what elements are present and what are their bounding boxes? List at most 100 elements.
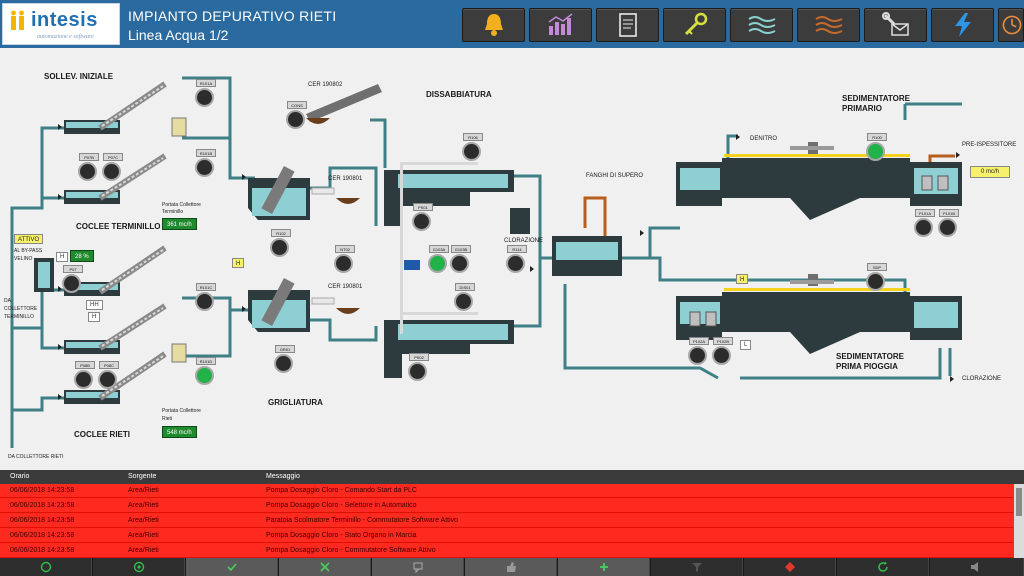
intesis-logo: intesis automazione e software	[2, 3, 120, 45]
maintenance-mail-button[interactable]	[864, 8, 927, 42]
screen-r102[interactable]: R102	[270, 229, 291, 257]
energy-button[interactable]	[931, 8, 994, 42]
bar-chart-icon	[548, 13, 573, 35]
alarm-table-header: Orario Sorgente Messaggio	[0, 470, 1024, 484]
bridge-r106[interactable]: R106	[462, 133, 483, 161]
pump-p102a[interactable]: P102A	[688, 337, 709, 365]
label-fanghi-supero: FANGHI DI SUPERO	[586, 173, 644, 179]
circle-check-icon	[40, 561, 52, 573]
label-portata-terminillo-1: Portata Collettore	[162, 202, 201, 208]
screen-gr01[interactable]: GR01	[274, 345, 295, 373]
label-sollev-iniziale: SOLLEV. INIZIALE	[44, 72, 114, 81]
alarm-bell-button[interactable]	[462, 8, 525, 42]
label-coclee-rieti: COCLEE RIETI	[74, 430, 131, 439]
motor-r101c[interactable]: R101C	[195, 283, 216, 311]
header-bar: intesis automazione e software IMPIANTO …	[0, 0, 1024, 48]
label-dissabbiatura: DISSABBIATURA	[426, 90, 492, 99]
alarm-table: Orario Sorgente Messaggio 06/06/2018 14:…	[0, 470, 1024, 558]
label-pre-ispessitore: PRE-ISPESSITORE	[962, 142, 1017, 148]
motor-r101d[interactable]: R101D	[195, 357, 216, 385]
level-indicator-h: H	[56, 252, 69, 262]
logo-mark-icon	[11, 10, 24, 30]
trends-button[interactable]	[529, 8, 592, 42]
page-subtitle: Linea Acqua 1/2	[128, 27, 229, 43]
ack-all-button[interactable]	[93, 558, 185, 576]
label-portata-rieti-2: Rieti	[162, 416, 173, 422]
motor-r101b[interactable]: R101B	[195, 149, 216, 177]
alarm-row[interactable]: 06/06/2018 14:23:58 Area/Rieti Pompa Dos…	[0, 529, 1013, 543]
waves-icon	[748, 16, 776, 34]
motor-r101a[interactable]: R101A	[195, 79, 216, 107]
portata-terminillo-value: 361 mc/h	[162, 218, 197, 230]
column-messaggio[interactable]: Messaggio	[266, 473, 300, 480]
lightning-icon	[955, 13, 971, 37]
label-sedimentatore-pioggia-2: PRIMA PIOGGIA	[836, 362, 898, 371]
x-icon	[320, 562, 330, 572]
scheduler-button[interactable]	[998, 8, 1024, 42]
alarm-row[interactable]: 06/06/2018 14:23:58 Area/Rieti Pompa Dos…	[0, 544, 1013, 558]
label-cer-top: CER 190802	[308, 82, 343, 88]
pump-p102b[interactable]: P102B	[712, 337, 733, 365]
document-icon	[619, 13, 637, 37]
label-da-collettore-2: COLLETTORE	[4, 306, 38, 312]
gate-p07[interactable]: P07	[62, 265, 83, 293]
priority-button[interactable]	[744, 558, 836, 576]
label-da-collettore-1: DA	[4, 298, 11, 304]
pump-p08c[interactable]: P08C	[98, 361, 119, 389]
like-button[interactable]	[465, 558, 557, 576]
label-da-collettore-rieti: DA COLLETTORE RIETI	[8, 454, 64, 460]
pre-ispessitore-flow-value: 0 mc/h	[970, 166, 1010, 178]
pump-p07b[interactable]: P07B	[78, 153, 99, 181]
conveyor-cons[interactable]: CONS	[286, 101, 307, 129]
check-button[interactable]	[186, 558, 278, 576]
water-line-button[interactable]	[730, 8, 793, 42]
pump-p101a[interactable]: P101A	[914, 209, 935, 237]
alarm-row[interactable]: 06/06/2018 14:23:58 Area/Rieti Paratoia …	[0, 514, 1013, 528]
pump-p101b[interactable]: P101B	[938, 209, 959, 237]
bell-icon	[485, 14, 503, 36]
refresh-button[interactable]	[837, 558, 929, 576]
alarm-row[interactable]: 06/06/2018 14:23:58 Area/Rieti Pompa Dos…	[0, 499, 1013, 513]
label-cer-mid1: CER 190801	[328, 176, 363, 182]
reports-button[interactable]	[596, 8, 659, 42]
bridge-r100[interactable]: R100	[866, 133, 887, 161]
label-portata-rieti-1: Portata Collettore	[162, 408, 201, 414]
pump-p07c[interactable]: P07C	[102, 153, 123, 181]
alarm-scrollbar[interactable]	[1014, 484, 1024, 558]
alarm-row[interactable]: 06/06/2018 14:23:58 Area/Rieti Pompa Dos…	[0, 484, 1013, 498]
label-coclee-terminillo: COCLEE TERMINILLO	[76, 222, 161, 231]
conveyor-nt02[interactable]: NT02	[334, 245, 355, 273]
label-bypass-1: AL BY-PASS	[14, 248, 43, 254]
pump-p08b[interactable]: P08B	[74, 361, 95, 389]
level-indicator-l: L	[740, 340, 752, 350]
sludge-line-button[interactable]	[797, 8, 860, 42]
process-diagram: SOLLEV. INIZIALE COCLEE TERMINILLO COCLE…	[0, 48, 1024, 508]
blower-g103b[interactable]: G103B	[450, 245, 471, 273]
label-bypass-2: VELINO	[14, 256, 33, 262]
clear-button[interactable]	[279, 558, 371, 576]
level-indicator-h: H	[736, 274, 749, 284]
add-button[interactable]	[558, 558, 650, 576]
disinfection-dis01[interactable]: DIS01	[454, 283, 475, 311]
checkmark-icon	[227, 563, 237, 572]
login-key-button[interactable]	[663, 8, 726, 42]
wrench-mail-icon	[882, 12, 909, 36]
clock-icon	[1002, 15, 1022, 35]
blower-g103a[interactable]: G103A	[428, 245, 449, 273]
label-denitro: DENITRO	[750, 136, 777, 142]
portata-rieti-value: 548 mc/h	[162, 426, 197, 438]
pump-ps02[interactable]: PS02	[408, 353, 429, 381]
mute-button[interactable]	[930, 558, 1024, 576]
label-clorazione-1: CLORAZIONE	[504, 238, 544, 244]
pump-ps01[interactable]: PS01	[412, 203, 433, 231]
scrollbar-thumb[interactable]	[1016, 488, 1022, 516]
bridge-sdp[interactable]: SDP	[866, 263, 887, 291]
label-clorazione-2: CLORAZIONE	[962, 376, 1002, 382]
pump-r114[interactable]: R114	[506, 245, 527, 273]
filter-button[interactable]	[651, 558, 743, 576]
column-orario[interactable]: Orario	[10, 473, 29, 480]
label-sedimentatore-primario-2: PRIMARIO	[842, 104, 882, 113]
comment-button[interactable]	[372, 558, 464, 576]
ack-button[interactable]	[0, 558, 92, 576]
column-sorgente[interactable]: Sorgente	[128, 473, 156, 480]
